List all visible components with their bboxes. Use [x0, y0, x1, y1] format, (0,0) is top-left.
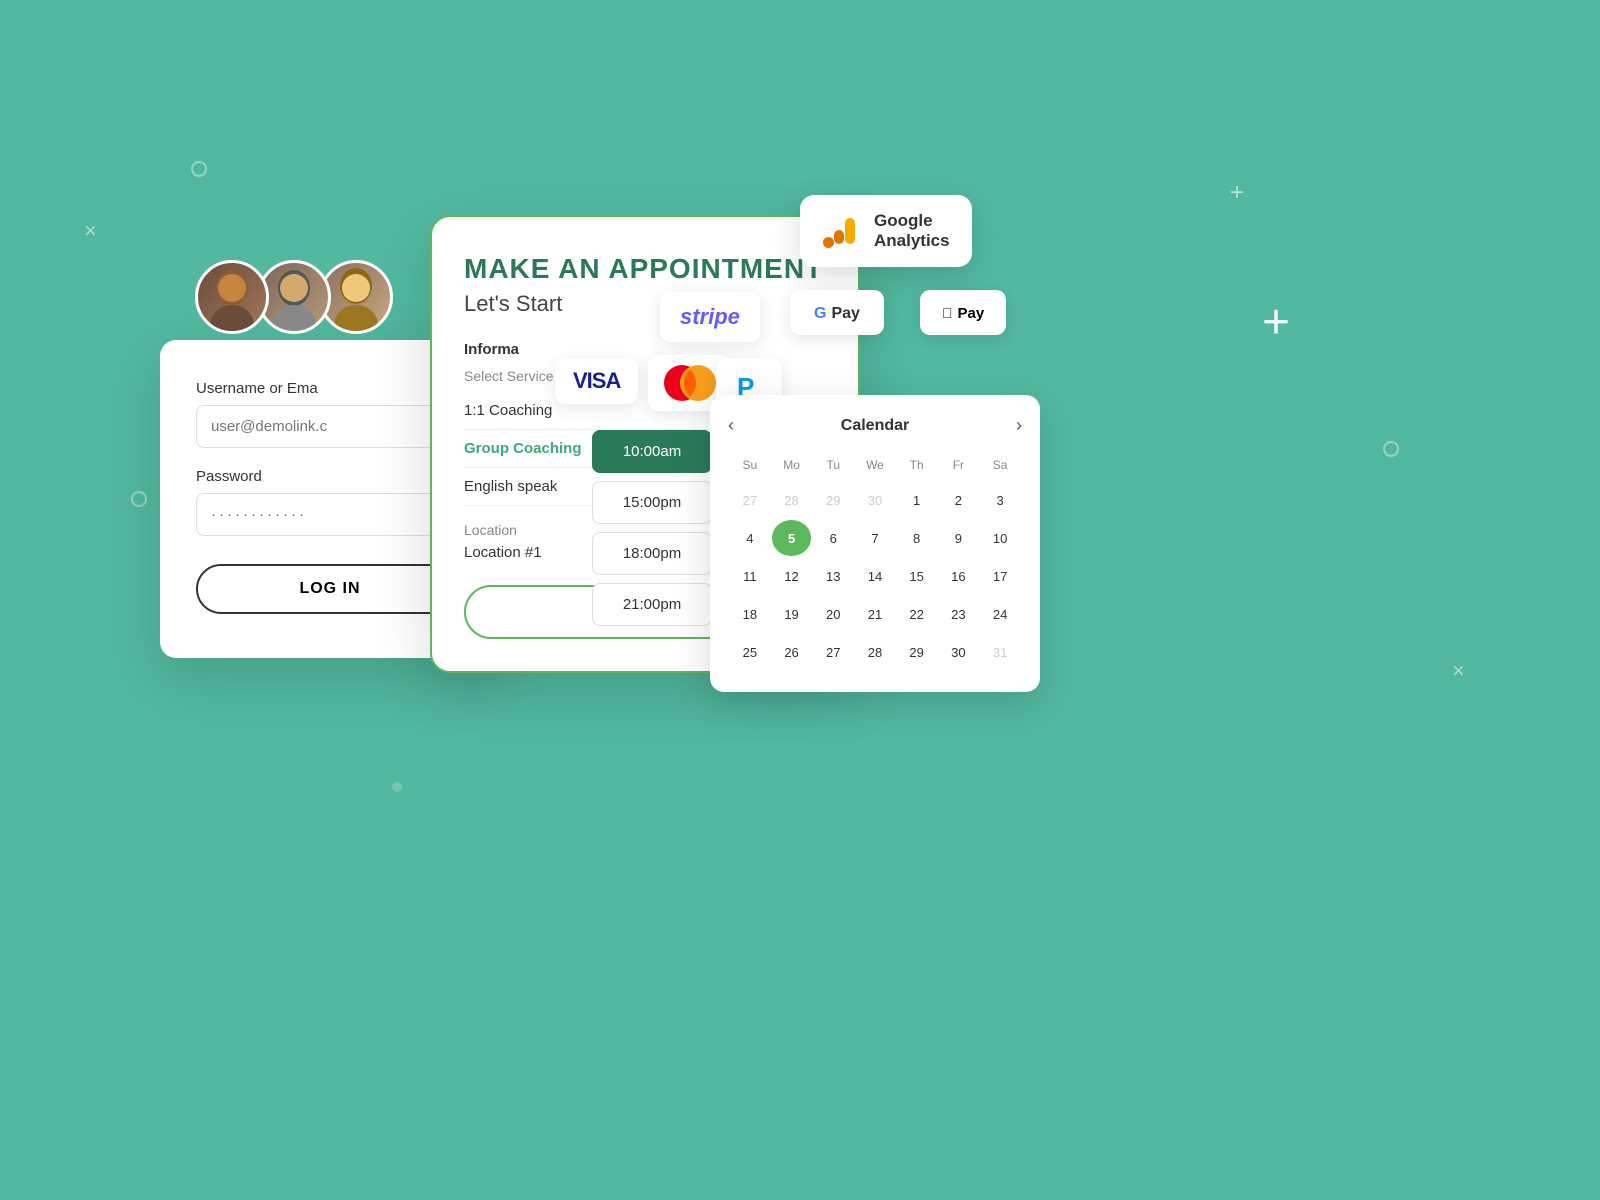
cal-day-tu: Tu: [813, 454, 853, 480]
cal-day-we: We: [855, 454, 895, 480]
cal-day-sa: Sa: [980, 454, 1020, 480]
ga-line2: Analytics: [874, 231, 950, 251]
cal-cell[interactable]: 13: [813, 558, 853, 594]
time-slot-2[interactable]: 15:00pm: [592, 481, 712, 524]
visa-label: VISA: [555, 358, 638, 404]
time-slot-3[interactable]: 18:00pm: [592, 532, 712, 575]
cal-cell[interactable]: 12: [772, 558, 812, 594]
svg-text:+: +: [1230, 180, 1244, 204]
visa-badge: VISA: [555, 358, 638, 404]
username-label: Username or Ema: [196, 380, 464, 397]
cal-cell[interactable]: 17: [980, 558, 1020, 594]
info-label: Informa: [464, 341, 826, 358]
avatar-1: [195, 260, 269, 334]
cal-cell[interactable]: 26: [772, 634, 812, 670]
gpay-label: G Pay: [790, 290, 884, 335]
cal-cell[interactable]: 6: [813, 520, 853, 556]
stripe-badge: stripe: [660, 292, 760, 342]
appointment-subtitle: Let's Start: [464, 291, 826, 317]
cal-cell[interactable]: 27: [813, 634, 853, 670]
time-slot-4[interactable]: 21:00pm: [592, 583, 712, 626]
cal-cell[interactable]: 19: [772, 596, 812, 632]
cal-cell[interactable]: 18: [730, 596, 770, 632]
cal-cell[interactable]: 7: [855, 520, 895, 556]
stripe-label: stripe: [660, 292, 760, 342]
appointment-title: MAKE AN APPOINTMENT: [464, 253, 826, 285]
cal-cell[interactable]: 23: [939, 596, 979, 632]
cal-cell[interactable]: 31: [980, 634, 1020, 670]
cal-cell[interactable]: 30: [939, 634, 979, 670]
cal-cell[interactable]: 20: [813, 596, 853, 632]
password-input[interactable]: [196, 493, 464, 536]
cal-cell[interactable]: 28: [772, 482, 812, 518]
time-slots-panel: 10:00am 15:00pm 18:00pm 21:00pm: [592, 430, 712, 626]
google-analytics-badge: Google Analytics: [800, 195, 972, 267]
cal-cell[interactable]: 24: [980, 596, 1020, 632]
calendar-next-button[interactable]: ›: [1016, 415, 1022, 436]
cal-cell[interactable]: 4: [730, 520, 770, 556]
cal-day-su: Su: [730, 454, 770, 480]
time-slot-1[interactable]: 10:00am: [592, 430, 712, 473]
cal-cell[interactable]: 28: [855, 634, 895, 670]
calendar-header: ‹ Calendar ›: [728, 415, 1022, 436]
cal-cell[interactable]: 27: [730, 482, 770, 518]
cal-day-mo: Mo: [772, 454, 812, 480]
google-analytics-text: Google Analytics: [874, 211, 950, 251]
cal-cell[interactable]: 14: [855, 558, 895, 594]
applepay-badge:  Pay: [920, 290, 1006, 335]
applepay-label:  Pay: [920, 290, 1006, 335]
gpay-badge: G Pay: [790, 290, 884, 335]
cal-cell[interactable]: 29: [813, 482, 853, 518]
cal-cell[interactable]: 25: [730, 634, 770, 670]
cal-cell[interactable]: 9: [939, 520, 979, 556]
cal-cell[interactable]: 22: [897, 596, 937, 632]
cal-cell[interactable]: 29: [897, 634, 937, 670]
svg-text:×: ×: [84, 220, 97, 242]
calendar-grid: Su Mo Tu We Th Fr Sa 2728293012345678910…: [728, 452, 1022, 672]
cal-cell[interactable]: 11: [730, 558, 770, 594]
cal-cell[interactable]: 8: [897, 520, 937, 556]
plus-decoration: +: [1262, 295, 1290, 350]
svg-text:×: ×: [1452, 660, 1465, 682]
avatars-row: [195, 260, 393, 334]
cal-cell[interactable]: 5: [772, 520, 812, 556]
cal-cell[interactable]: 15: [897, 558, 937, 594]
cal-cell[interactable]: 30: [855, 482, 895, 518]
password-label: Password: [196, 468, 464, 485]
calendar-title: Calendar: [841, 417, 909, 435]
calendar-widget: ‹ Calendar › Su Mo Tu We Th Fr Sa 272829…: [710, 395, 1040, 692]
ga-line1: Google: [874, 211, 950, 231]
cal-cell[interactable]: 16: [939, 558, 979, 594]
cal-cell[interactable]: 3: [980, 482, 1020, 518]
cal-day-fr: Fr: [939, 454, 979, 480]
login-button[interactable]: LOG IN: [196, 564, 464, 614]
cal-cell[interactable]: 10: [980, 520, 1020, 556]
cal-cell[interactable]: 21: [855, 596, 895, 632]
google-analytics-icon: [822, 211, 862, 251]
cal-day-th: Th: [897, 454, 937, 480]
calendar-prev-button[interactable]: ‹: [728, 415, 734, 436]
cal-cell[interactable]: 2: [939, 482, 979, 518]
username-input[interactable]: [196, 405, 464, 448]
cal-cell[interactable]: 1: [897, 482, 937, 518]
